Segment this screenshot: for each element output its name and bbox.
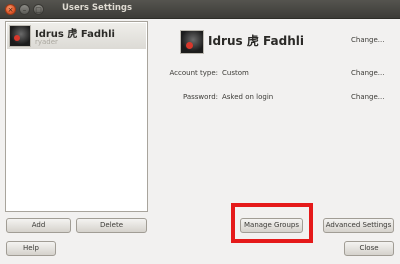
window-close-button[interactable]: × — [5, 3, 16, 15]
user-picture[interactable] — [180, 30, 204, 54]
change-name-link[interactable]: Change... — [351, 36, 384, 44]
full-name: Idrus 虎 Fadhli — [208, 34, 304, 48]
account-type-value: Custom — [222, 69, 249, 77]
avatar-accent — [186, 42, 193, 49]
user-list[interactable]: Idrus 虎 Fadhli ryader — [5, 21, 148, 212]
user-list-item-login: ryader — [35, 38, 58, 46]
window-minimize-button[interactable]: – — [19, 3, 30, 15]
window-title: Users Settings — [62, 3, 133, 13]
title-bar: × – □ Users Settings — [0, 0, 400, 19]
window-maximize-button[interactable]: □ — [33, 3, 44, 15]
account-type-label: Account type: — [169, 69, 218, 77]
advanced-settings-button[interactable]: Advanced Settings — [323, 218, 394, 233]
add-button[interactable]: Add — [6, 218, 71, 233]
avatar — [9, 25, 31, 47]
user-list-item[interactable]: Idrus 虎 Fadhli ryader — [7, 23, 146, 49]
password-label: Password: — [182, 93, 218, 101]
highlight-box — [231, 203, 313, 243]
password-value: Asked on login — [222, 93, 274, 101]
change-account-type-link[interactable]: Change... — [351, 69, 384, 77]
change-password-link[interactable]: Change... — [351, 93, 384, 101]
help-button[interactable]: Help — [6, 241, 56, 256]
delete-button[interactable]: Delete — [76, 218, 147, 233]
users-settings-window: × – □ Users Settings Idrus 虎 Fadhli ryad… — [0, 0, 400, 264]
avatar-accent — [14, 35, 20, 41]
close-button[interactable]: Close — [344, 241, 394, 256]
